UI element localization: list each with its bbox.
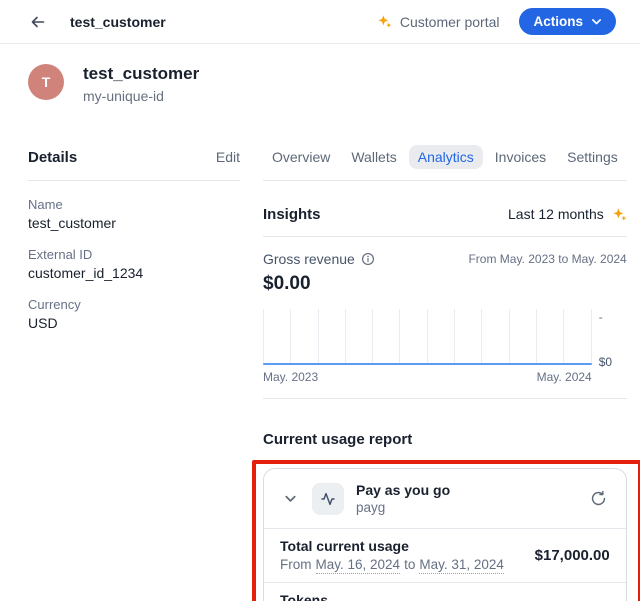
tab-overview[interactable]: Overview	[263, 145, 339, 169]
date-range-label: From May. 2023 to May. 2024	[468, 251, 626, 266]
plan-code: payg	[356, 500, 450, 516]
chevron-down-icon	[590, 15, 603, 28]
usage-report-title: Current usage report	[263, 429, 627, 451]
usage-report-section: Pay as you go payg Total current usage F…	[263, 468, 627, 601]
details-panel: Details Edit Name test_customer External…	[28, 144, 240, 601]
x-axis-end-label: May. 2024	[537, 370, 592, 384]
y-axis-max-label: -	[599, 311, 627, 323]
customer-portal-button[interactable]: Customer portal	[377, 14, 500, 30]
field-external-id: External ID customer_id_1234	[28, 247, 240, 281]
avatar: T	[28, 64, 64, 100]
gross-revenue-header: Gross revenue From May. 2023 to May. 202…	[263, 251, 627, 267]
field-value: customer_id_1234	[28, 265, 240, 281]
period-to-date[interactable]: May. 31, 2024	[419, 556, 504, 574]
details-title: Details	[28, 149, 77, 166]
info-icon[interactable]	[361, 252, 375, 266]
back-button[interactable]	[26, 10, 50, 34]
back-arrow-icon	[30, 14, 46, 30]
tab-panel: Overview Wallets Analytics Invoices Sett…	[263, 144, 627, 601]
field-name: Name test_customer	[28, 197, 240, 231]
usage-item-info: Tokens openai_tokens	[280, 591, 368, 601]
gross-revenue-label: Gross revenue	[263, 251, 355, 267]
field-label: Name	[28, 197, 240, 212]
tab-settings[interactable]: Settings	[558, 145, 627, 169]
customer-header: T test_customer my-unique-id	[0, 44, 640, 104]
usage-card-header: Pay as you go payg	[264, 469, 626, 528]
details-header: Details Edit	[28, 144, 240, 170]
divider	[263, 236, 627, 237]
gross-revenue-value: $0.00	[263, 272, 627, 296]
y-axis-min-label: $0	[599, 356, 627, 368]
topbar-right: Customer portal Actions	[377, 8, 616, 35]
total-usage-row: Total current usage From May. 16, 2024 t…	[264, 528, 626, 582]
total-usage-label: Total current usage	[280, 537, 504, 555]
field-value: USD	[28, 315, 240, 331]
tab-bar: Overview Wallets Analytics Invoices Sett…	[263, 144, 627, 170]
refresh-button[interactable]	[588, 488, 610, 510]
sparkle-icon	[377, 14, 392, 29]
x-axis-start-label: May. 2023	[263, 370, 318, 384]
usage-card: Pay as you go payg Total current usage F…	[263, 468, 627, 601]
field-currency: Currency USD	[28, 297, 240, 331]
collapse-button[interactable]	[280, 489, 300, 509]
refresh-icon	[590, 490, 607, 507]
usage-item-name: Tokens	[280, 591, 368, 601]
customer-name: test_customer	[83, 64, 199, 84]
gross-revenue-chart: - $0 May. 2023 May. 2024	[263, 309, 627, 384]
period-label: Last 12 months	[508, 206, 604, 222]
activity-pulse-icon	[320, 491, 336, 507]
details-fields: Name test_customer External ID customer_…	[28, 197, 240, 331]
plan-tile	[312, 483, 344, 515]
period-from-date[interactable]: May. 16, 2024	[316, 556, 401, 574]
main-content: Details Edit Name test_customer External…	[0, 104, 640, 601]
divider	[263, 180, 627, 181]
topbar-title: test_customer	[70, 14, 166, 30]
chart-x-axis: May. 2023 May. 2024	[263, 370, 592, 384]
chart-y-axis: - $0	[599, 309, 627, 365]
topbar: test_customer Customer portal Actions	[0, 0, 640, 44]
usage-item-row: Tokens openai_tokens	[264, 582, 626, 601]
tab-invoices[interactable]: Invoices	[486, 145, 555, 169]
field-label: Currency	[28, 297, 240, 312]
divider	[28, 180, 240, 181]
edit-button[interactable]: Edit	[216, 149, 240, 165]
period-selector[interactable]: Last 12 months	[508, 206, 627, 222]
sparkle-icon	[612, 207, 627, 222]
customer-identity: test_customer my-unique-id	[83, 64, 199, 104]
chart-plot-area	[263, 309, 592, 365]
usage-period: From May. 16, 2024 to May. 31, 2024	[280, 556, 504, 574]
customer-portal-label: Customer portal	[400, 14, 500, 30]
insights-title: Insights	[263, 206, 321, 223]
period-from-word: From	[280, 556, 312, 574]
insights-header: Insights Last 12 months	[263, 201, 627, 227]
period-to-word: to	[404, 556, 415, 574]
gross-revenue-label-row: Gross revenue	[263, 251, 375, 267]
plan-name: Pay as you go	[356, 481, 450, 499]
plan-info: Pay as you go payg	[356, 481, 450, 516]
field-value: test_customer	[28, 215, 240, 231]
actions-button[interactable]: Actions	[519, 8, 616, 35]
tab-analytics[interactable]: Analytics	[409, 145, 483, 169]
divider	[263, 398, 627, 399]
field-label: External ID	[28, 247, 240, 262]
total-usage-info: Total current usage From May. 16, 2024 t…	[280, 537, 504, 574]
customer-external-id: my-unique-id	[83, 88, 199, 104]
tab-wallets[interactable]: Wallets	[342, 145, 405, 169]
chevron-down-icon	[283, 491, 298, 506]
total-usage-amount: $17,000.00	[535, 547, 610, 564]
actions-label: Actions	[533, 14, 583, 29]
chart-zero-line	[263, 363, 592, 365]
